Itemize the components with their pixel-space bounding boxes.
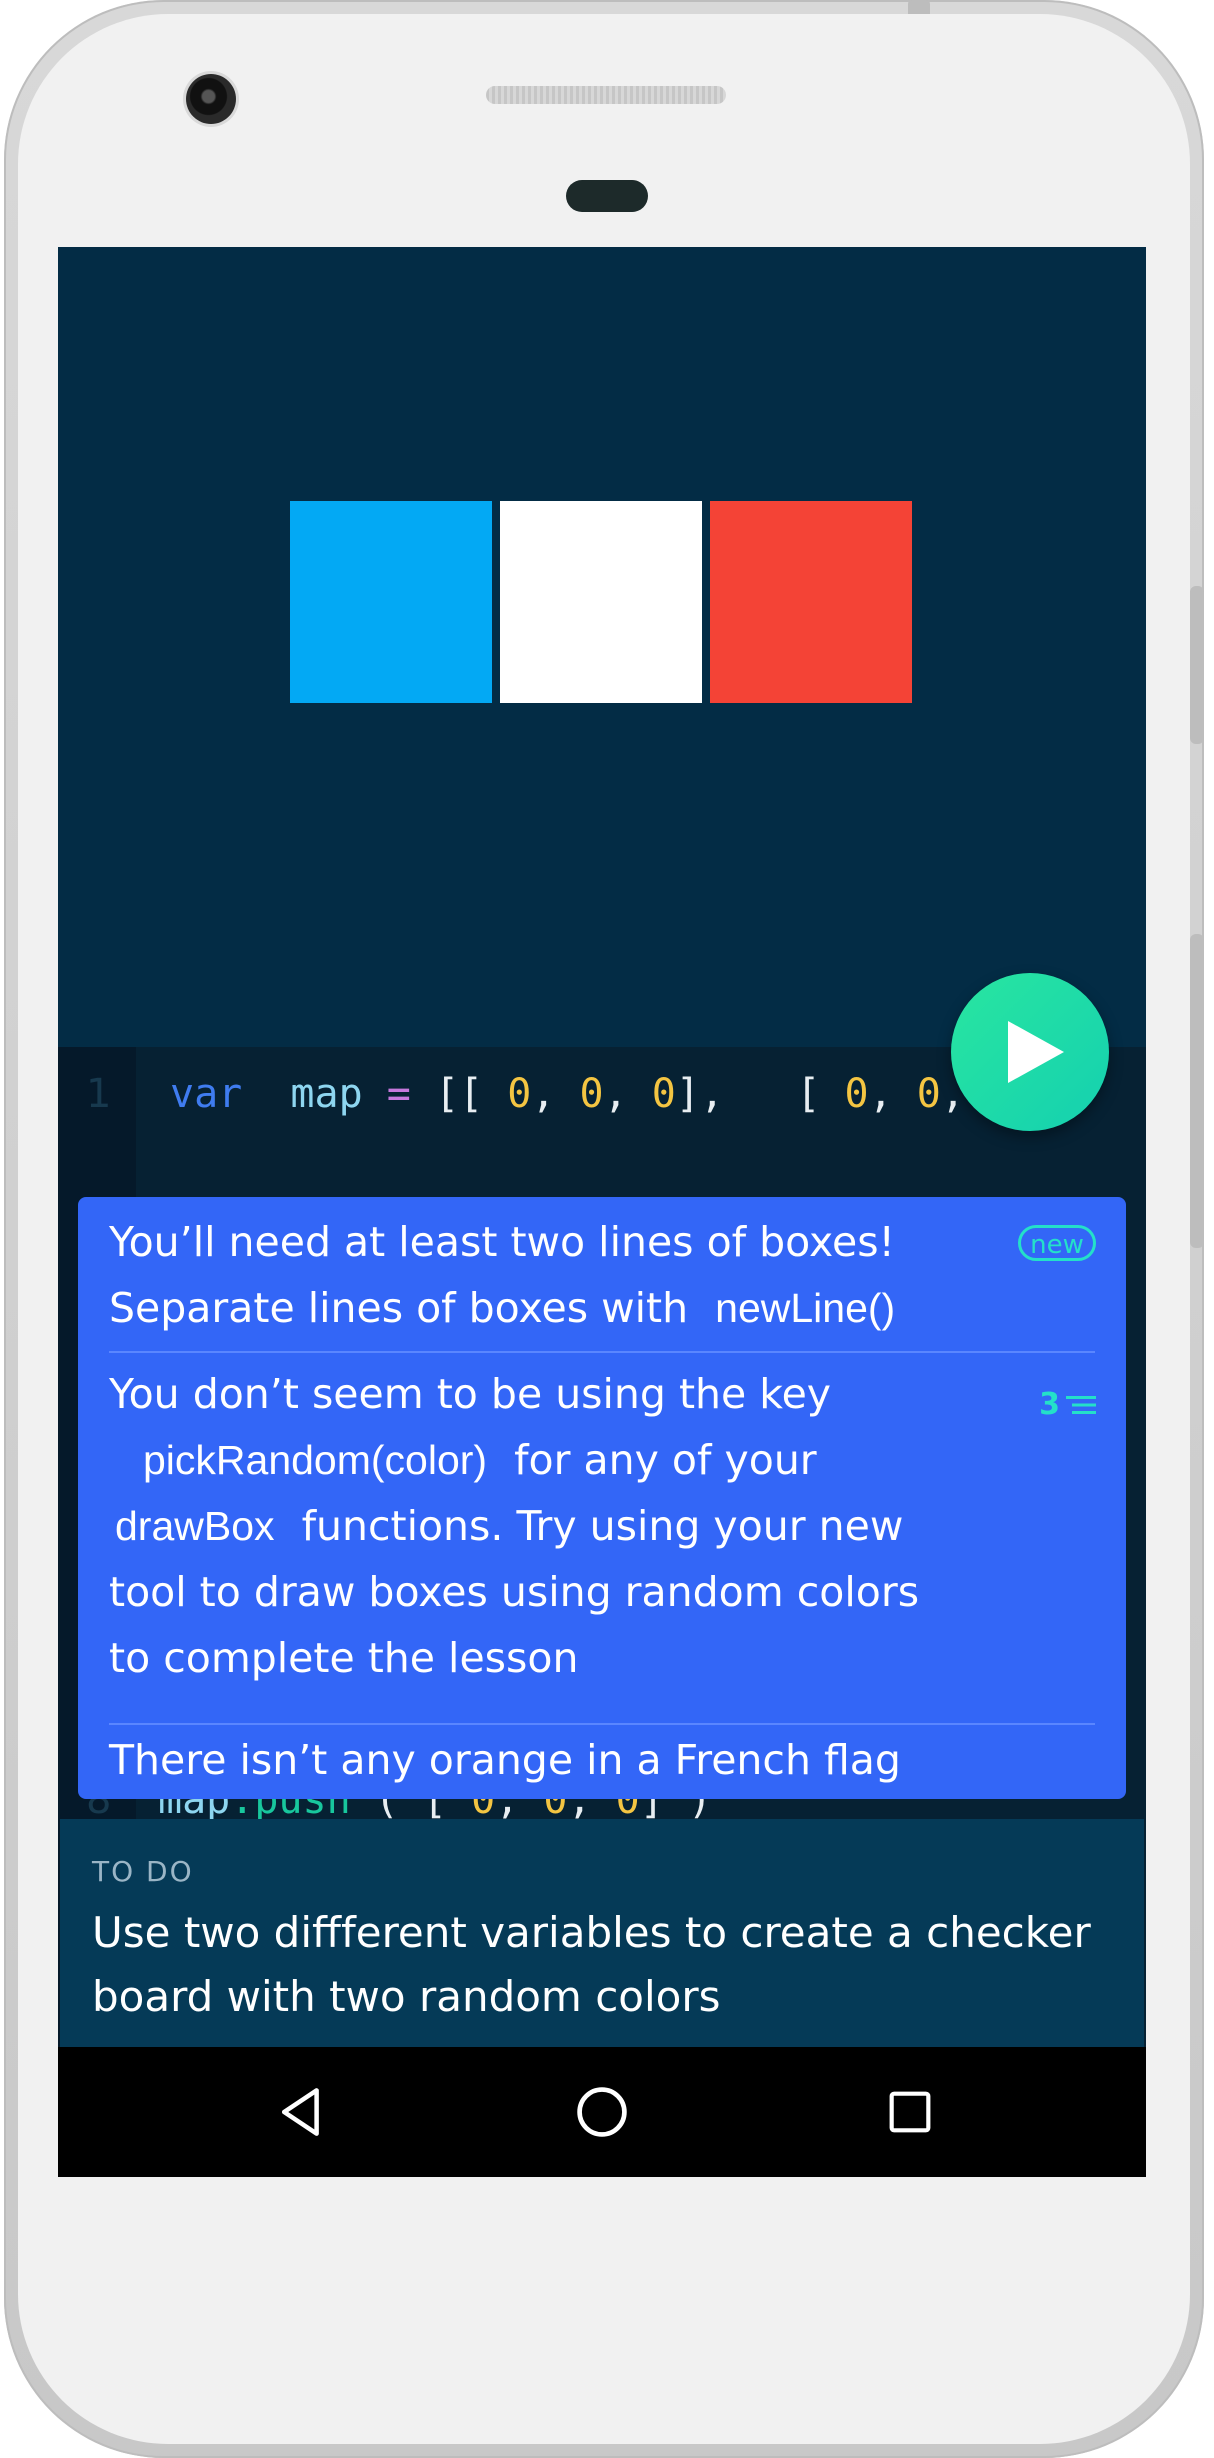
list-icon bbox=[1066, 1395, 1096, 1414]
volume-button bbox=[1190, 586, 1204, 744]
feedback-text-segment: functions. Try using your new bbox=[301, 1502, 904, 1550]
code-number: 0 bbox=[916, 1071, 941, 1117]
code-punctuation: [[ bbox=[434, 1071, 484, 1117]
new-badge: new bbox=[1018, 1225, 1096, 1261]
todo-label: TO DO bbox=[92, 1855, 194, 1888]
code-number: 0 bbox=[651, 1071, 676, 1117]
flag-box-red bbox=[710, 501, 912, 703]
code-token: newLine() bbox=[715, 1285, 896, 1331]
feedback-text: You’ll need at least two lines of boxes! bbox=[109, 1218, 895, 1266]
todo-panel: TO DO Use two diffferent variables to cr… bbox=[60, 1819, 1144, 2047]
code-keyword: var bbox=[170, 1071, 243, 1117]
hint-count: 3 bbox=[1039, 1387, 1060, 1422]
code-token: drawBox bbox=[115, 1503, 275, 1549]
feedback-popup: You’ll need at least two lines of boxes!… bbox=[78, 1197, 1126, 1799]
feedback-text-segment: Separate lines of boxes with bbox=[109, 1284, 689, 1332]
flag-box-blue bbox=[290, 501, 492, 703]
earpiece-speaker bbox=[486, 86, 726, 104]
code-number: 0 bbox=[507, 1071, 532, 1117]
feedback-text: to complete the lesson bbox=[109, 1634, 579, 1682]
play-button[interactable] bbox=[951, 973, 1109, 1131]
recents-icon bbox=[889, 2091, 931, 2133]
code-identifier: map bbox=[290, 1071, 363, 1117]
home-icon bbox=[577, 2087, 627, 2137]
navigation-bar bbox=[58, 2047, 1146, 2177]
feedback-text: tool to draw boxes using random colors bbox=[109, 1568, 920, 1616]
back-icon bbox=[281, 2088, 319, 2136]
line-number: 1 bbox=[86, 1071, 112, 1117]
code-punctuation: [ bbox=[796, 1071, 821, 1117]
hint-count-badge: 3 bbox=[1039, 1387, 1096, 1422]
feedback-text: pickRandom(color) for any of your bbox=[109, 1427, 1009, 1493]
screen: 1 var map = [[ 0, 0, 0], [ 0, 0, 0]] 8 m… bbox=[58, 247, 1146, 2177]
flag-box-white bbox=[500, 501, 702, 703]
front-camera bbox=[186, 74, 236, 124]
recents-button[interactable] bbox=[880, 2082, 940, 2142]
back-button[interactable] bbox=[274, 2082, 334, 2142]
code-number: 0 bbox=[579, 1071, 604, 1117]
code-punctuation: ], bbox=[675, 1071, 725, 1117]
feedback-text: drawBox functions. Try using your new bbox=[109, 1493, 1009, 1559]
code-number: 0 bbox=[844, 1071, 869, 1117]
feedback-text: Separate lines of boxes with newLine() bbox=[109, 1275, 1095, 1341]
feedback-item-1: You’ll need at least two lines of boxes!… bbox=[109, 1209, 1095, 1341]
code-token: pickRandom(color) bbox=[143, 1437, 488, 1483]
proximity-sensor bbox=[566, 180, 648, 212]
divider bbox=[109, 1351, 1095, 1353]
feedback-text-segment: for any of your bbox=[514, 1436, 817, 1484]
home-button[interactable] bbox=[572, 2082, 632, 2142]
todo-text: Use two diffferent variables to create a… bbox=[92, 1908, 1091, 2021]
play-icon bbox=[1008, 1021, 1064, 1083]
feedback-item-3: There isn’t any orange in a French flag bbox=[109, 1727, 1095, 1793]
power-button bbox=[1190, 934, 1204, 1248]
code-line-1[interactable]: var map = [[ 0, 0, 0], [ 0, 0, 0]] bbox=[170, 1071, 1061, 1117]
feedback-item-2: You don’t seem to be using the key pickR… bbox=[109, 1361, 1009, 1691]
code-operator: = bbox=[386, 1071, 411, 1117]
drawing-canvas bbox=[58, 247, 1146, 1047]
feedback-text: There isn’t any orange in a French flag bbox=[109, 1736, 901, 1784]
divider bbox=[109, 1723, 1095, 1725]
feedback-text: You don’t seem to be using the key bbox=[109, 1370, 832, 1418]
